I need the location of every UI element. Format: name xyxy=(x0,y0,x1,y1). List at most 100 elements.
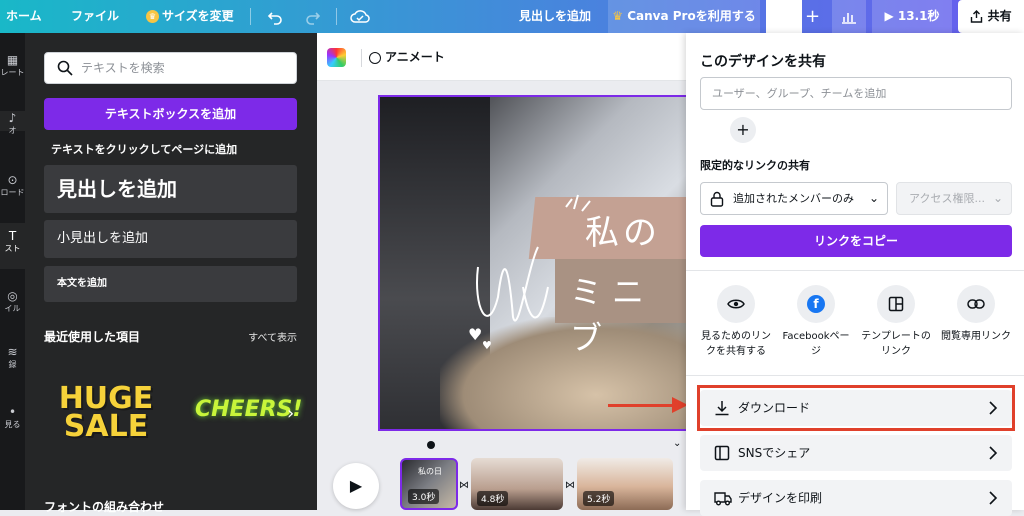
heart-small-decoration: ♥ xyxy=(482,339,492,352)
rail-item-text[interactable]: T スト xyxy=(0,223,25,269)
thumb-duration: 3.0秒 xyxy=(408,489,440,504)
text-icon: T xyxy=(8,229,17,243)
search-icon xyxy=(57,60,73,76)
print-design-row[interactable]: デザインを印刷 xyxy=(700,480,1012,516)
divider xyxy=(250,8,251,25)
text-panel: テキストを検索 テキストボックスを追加 テキストをクリックしてページに追加 見出… xyxy=(25,33,317,514)
sns-share-row[interactable]: SNSでシェア xyxy=(700,435,1012,471)
lock-icon xyxy=(710,191,724,207)
palette-icon: ◎ xyxy=(7,289,18,303)
animate-icon xyxy=(369,51,381,64)
thumb-duration: 4.8秒 xyxy=(477,491,509,506)
play-icon: ▶ xyxy=(349,476,363,495)
rail-item-template[interactable]: ▦ レート xyxy=(0,53,25,78)
cloud-save-icon[interactable] xyxy=(350,0,370,33)
limited-link-title: 限定的なリンクの共有 xyxy=(700,159,810,172)
divider xyxy=(361,49,362,67)
rail-item-record[interactable]: ≋ 録 xyxy=(0,345,25,370)
redo-icon[interactable] xyxy=(305,0,321,33)
truck-icon xyxy=(714,492,732,506)
collaborator-avatar[interactable] xyxy=(766,0,802,33)
more-icon: • xyxy=(8,405,17,419)
access-permission-select[interactable]: アクセス権限... ⌄ xyxy=(896,182,1012,215)
rail-item-style[interactable]: ◎ イル xyxy=(0,289,25,314)
chevron-right-icon xyxy=(989,446,998,460)
huge-sale-sticker[interactable]: HUGE SALE xyxy=(53,384,159,447)
link-icon xyxy=(957,285,995,323)
share-sheet: このデザインを共有 ユーザー、グループ、チームを追加 + 限定的なリンクの共有 … xyxy=(686,33,1024,516)
template-icon: ▦ xyxy=(6,53,19,67)
add-subheading-option[interactable]: 小見出しを追加 xyxy=(44,220,297,258)
timeline-thumb-3[interactable]: 5.2秒 xyxy=(577,458,673,510)
download-highlight-box xyxy=(697,385,1015,431)
chevron-right-icon xyxy=(989,491,998,505)
canvas-area: アニメート 私の日 ミニブ ♥ ♥ ⌄ ▶ xyxy=(317,33,689,510)
divider xyxy=(686,270,1024,271)
view-only-link-option[interactable]: 閲覧専用リンク xyxy=(941,285,1011,344)
see-all-link[interactable]: すべて表示 xyxy=(248,329,297,344)
play-icon: ▶ xyxy=(884,9,894,23)
music-icon: ♪ xyxy=(8,111,17,125)
chevron-down-icon: ⌄ xyxy=(992,191,1003,205)
add-text-hint: テキストをクリックしてページに追加 xyxy=(51,143,238,156)
eye-icon xyxy=(717,285,755,323)
rail-item-upload[interactable]: ⊙ ロード xyxy=(0,173,25,198)
divider xyxy=(336,8,337,25)
resize-button[interactable]: ♛ サイズを変更 xyxy=(146,0,234,33)
left-rail: ▦ レート ♪ オ ⊙ ロード T スト ◎ イル ≋ 録 • 見る xyxy=(0,33,25,510)
timeline-play-button[interactable]: ▶ xyxy=(333,463,379,509)
social-share-icon xyxy=(714,445,730,461)
transition-icon[interactable]: ⋈ xyxy=(565,480,575,491)
play-button[interactable]: ▶ 13.1秒 xyxy=(872,0,952,33)
color-picker-icon[interactable] xyxy=(327,48,346,67)
home-menu[interactable]: ホーム xyxy=(6,0,42,33)
handwritten-w-decoration xyxy=(476,246,549,322)
thumb-duration: 5.2秒 xyxy=(583,491,615,506)
design-subtitle-text[interactable]: ミニブ xyxy=(570,267,687,359)
design-page[interactable]: 私の日 ミニブ ♥ ♥ xyxy=(378,95,689,431)
heart-decoration: ♥ xyxy=(468,325,483,344)
crown-icon: ♛ xyxy=(612,9,624,23)
bar-chart-icon xyxy=(842,12,856,24)
timeline-thumb-1[interactable]: 私の日 3.0秒 xyxy=(400,458,458,510)
insights-button[interactable] xyxy=(832,0,866,33)
share-view-link-option[interactable]: 見るためのリンクを共有する xyxy=(701,285,771,359)
top-bar: ホーム ファイル ♛ サイズを変更 見出しを追加 ♛ Canva Proを利用する… xyxy=(0,0,1024,33)
chevron-right-icon[interactable]: › xyxy=(287,403,294,424)
text-search-input[interactable]: テキストを検索 xyxy=(44,52,297,84)
record-icon: ≋ xyxy=(7,345,18,359)
add-collaborator-icon[interactable]: + xyxy=(805,0,820,33)
canva-pro-button[interactable]: ♛ Canva Proを利用する xyxy=(608,0,760,33)
facebook-icon: f xyxy=(797,285,835,323)
transition-icon[interactable]: ⋈ xyxy=(459,480,469,491)
chevron-down-icon: ⌄ xyxy=(868,191,879,205)
rail-item-audio[interactable]: ♪ オ xyxy=(0,111,25,135)
playhead[interactable] xyxy=(427,441,435,449)
share-sheet-title: このデザインを共有 xyxy=(700,54,826,70)
copy-link-button[interactable]: リンクをコピー xyxy=(700,225,1012,257)
font-combinations-title: フォントの組み合わせ xyxy=(44,500,165,514)
divider xyxy=(686,375,1024,376)
template-icon xyxy=(877,285,915,323)
share-upload-icon xyxy=(971,10,983,23)
link-access-select[interactable]: 追加されたメンバーのみ ⌄ xyxy=(700,182,888,215)
facebook-page-option[interactable]: f Facebookページ xyxy=(781,285,851,359)
invite-people-input[interactable]: ユーザー、グループ、チームを追加 xyxy=(700,77,1012,110)
recent-items-title: 最近使用した項目 xyxy=(44,330,141,344)
timeline-thumb-2[interactable]: 4.8秒 xyxy=(471,458,563,510)
upload-icon: ⊙ xyxy=(7,173,18,187)
annotation-arrow xyxy=(608,404,678,407)
rail-item-more[interactable]: • 見る xyxy=(0,405,25,430)
add-textbox-button[interactable]: テキストボックスを追加 xyxy=(44,98,297,130)
animate-button[interactable]: アニメート xyxy=(369,48,445,67)
undo-icon[interactable] xyxy=(267,0,283,33)
timeline-expand-icon[interactable]: ⌄ xyxy=(673,438,681,449)
share-button[interactable]: 共有 xyxy=(958,0,1024,33)
add-heading-option[interactable]: 見出しを追加 xyxy=(44,165,297,213)
file-menu[interactable]: ファイル xyxy=(71,0,119,33)
add-heading-top-link[interactable]: 見出しを追加 xyxy=(519,0,591,33)
add-person-icon[interactable]: + xyxy=(730,117,756,143)
crown-icon: ♛ xyxy=(146,10,159,23)
add-body-option[interactable]: 本文を追加 xyxy=(44,266,297,302)
template-link-option[interactable]: テンプレートのリンク xyxy=(861,285,931,359)
